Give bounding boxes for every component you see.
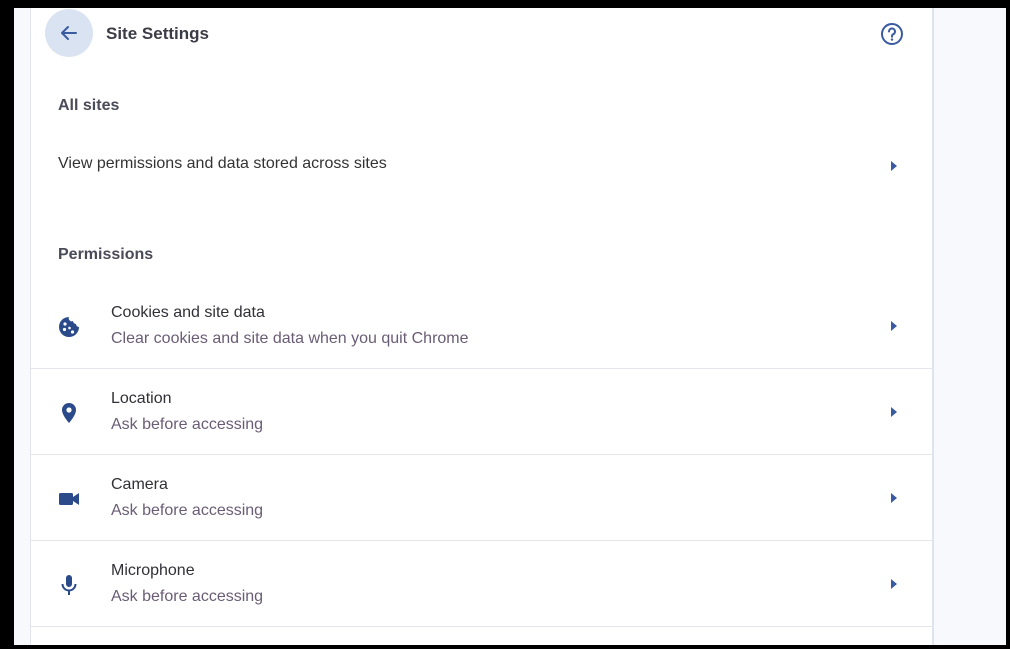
chevron-right-icon xyxy=(891,579,897,589)
permission-title: Location xyxy=(111,390,172,407)
chevron-right-icon xyxy=(891,407,897,417)
page-title: Site Settings xyxy=(106,24,209,43)
permission-row-cookies[interactable]: Cookies and site data Clear cookies and … xyxy=(31,283,932,369)
permission-title: Camera xyxy=(111,476,168,493)
microphone-icon xyxy=(61,575,77,595)
help-icon xyxy=(881,23,903,45)
view-all-sites-label: View permissions and data stored across … xyxy=(58,155,387,172)
page-header: Site Settings xyxy=(31,8,932,60)
chevron-right-icon xyxy=(891,493,897,503)
view-all-sites-row[interactable]: View permissions and data stored across … xyxy=(31,142,932,190)
cookie-icon xyxy=(59,317,79,337)
camera-icon xyxy=(59,493,79,505)
chevron-right-icon xyxy=(891,161,897,171)
help-button[interactable] xyxy=(879,21,905,47)
permission-row-camera[interactable]: Camera Ask before accessing xyxy=(31,455,932,541)
settings-viewport: Site Settings All sites View permissions… xyxy=(14,8,1006,645)
site-settings-card: Site Settings All sites View permissions… xyxy=(30,8,934,645)
back-button[interactable] xyxy=(45,9,93,57)
location-pin-icon xyxy=(62,403,76,423)
permission-row-microphone[interactable]: Microphone Ask before accessing xyxy=(31,541,932,627)
permission-subtitle: Ask before accessing xyxy=(111,588,264,605)
arrow-left-icon xyxy=(61,26,77,40)
permission-subtitle: Clear cookies and site data when you qui… xyxy=(111,330,469,347)
permissions-heading: Permissions xyxy=(58,246,154,263)
permission-subtitle: Ask before accessing xyxy=(111,502,264,519)
chevron-right-icon xyxy=(891,321,897,331)
all-sites-heading: All sites xyxy=(58,97,120,114)
permission-title: Cookies and site data xyxy=(111,304,265,321)
permission-row-location[interactable]: Location Ask before accessing xyxy=(31,369,932,455)
permission-title: Microphone xyxy=(111,562,195,579)
permission-subtitle: Ask before accessing xyxy=(111,416,264,433)
